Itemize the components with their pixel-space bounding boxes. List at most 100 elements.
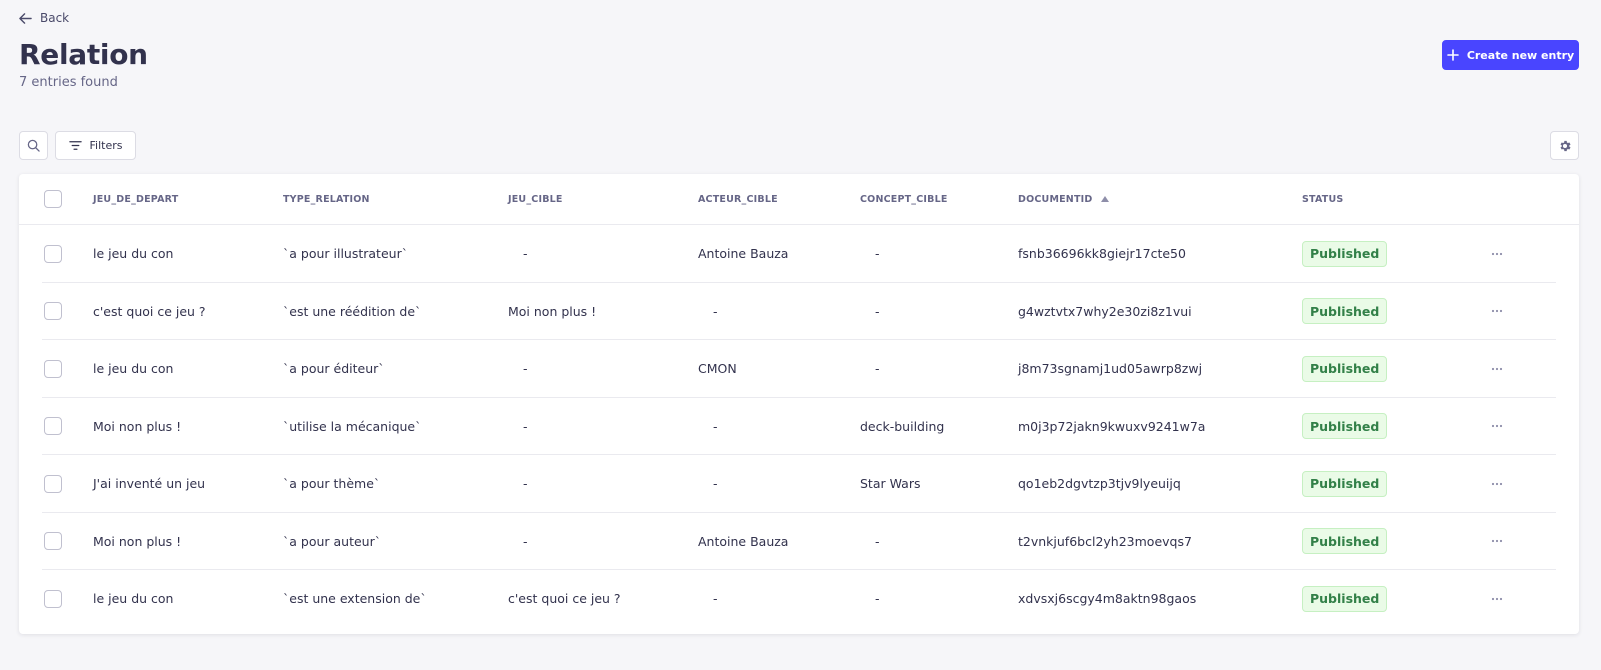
create-new-entry-button[interactable]: Create new entry — [1442, 40, 1579, 70]
column-header-documentid-label: DOCUMENTID — [1018, 193, 1093, 205]
cell-status: Published — [1302, 225, 1388, 283]
cell-type-relation: `a pour éditeur` — [283, 361, 385, 377]
cell-acteur-cible: CMON — [698, 361, 737, 377]
row-actions-cell — [1485, 513, 1509, 571]
row-checkbox[interactable] — [44, 302, 62, 321]
filters-label: Filters — [89, 139, 123, 152]
table-row[interactable]: le jeu du con `est une extension de` c'est… — [19, 570, 1579, 628]
back-link[interactable]: Back — [19, 11, 69, 25]
cell-acteur-cible: Antoine Bauza — [698, 246, 789, 262]
row-checkbox[interactable] — [44, 244, 62, 263]
table-row[interactable]: le jeu du con `a pour éditeur` - CMON - j8m73… — [19, 340, 1579, 398]
cell-documentid: j8m73sgnamj1ud05awrp8zwj — [1018, 361, 1203, 377]
cell-documentid: fsnb36696kk8giejr17cte50 — [1018, 246, 1186, 262]
row-select-cell — [44, 455, 62, 513]
cell-type-relation: `est une réédition de` — [283, 303, 422, 319]
cell-jeu-cible: - — [523, 361, 528, 377]
cell-jeu-cible: - — [523, 418, 528, 434]
table-row[interactable]: Moi non plus ! `a pour auteur` - Antoine Ba… — [19, 513, 1579, 571]
cell-jeu-cible: c'est quoi ce jeu ? — [508, 591, 621, 607]
row-actions-button[interactable] — [1485, 472, 1509, 496]
cell-jeu-cible: - — [523, 476, 528, 492]
table-row[interactable]: c'est quoi ce jeu ? `est une réédition de… — [19, 283, 1579, 341]
row-actions-button[interactable] — [1485, 242, 1509, 266]
cell-status: Published — [1302, 340, 1388, 398]
column-header-jeu-cible[interactable]: JEU_CIBLE — [508, 174, 563, 224]
row-select-cell — [44, 340, 62, 398]
column-header-concept-cible[interactable]: CONCEPT_CIBLE — [860, 174, 948, 224]
status-badge: Published — [1302, 585, 1388, 612]
column-header-acteur-cible[interactable]: ACTEUR_CIBLE — [698, 174, 778, 224]
row-select-cell — [44, 398, 62, 456]
caret-up-icon — [1101, 196, 1110, 202]
row-checkbox[interactable] — [44, 589, 62, 608]
cell-type-relation: `a pour illustrateur` — [283, 246, 408, 262]
cell-type-relation: `utilise la mécanique` — [283, 418, 422, 434]
status-badge: Published — [1302, 355, 1388, 382]
view-settings-button[interactable] — [1550, 131, 1579, 160]
cell-jeu-cible: - — [523, 246, 528, 262]
filters-button[interactable]: Filters — [55, 131, 136, 160]
cell-documentid: t2vnkjuf6bcl2yh23moevqs7 — [1018, 533, 1192, 549]
cell-jeu-de-depart: Moi non plus ! — [93, 533, 182, 549]
column-header-status[interactable]: STATUS — [1302, 174, 1343, 224]
table-row[interactable]: Moi non plus ! `utilise la mécanique` - - de… — [19, 398, 1579, 456]
cell-documentid: xdvsxj6scgy4m8aktn98gaos — [1018, 591, 1197, 607]
arrow-left-icon — [19, 12, 32, 24]
status-badge: Published — [1302, 470, 1388, 497]
back-link-label: Back — [40, 11, 70, 25]
plus-icon — [1447, 49, 1459, 61]
row-actions-button[interactable] — [1485, 357, 1509, 381]
row-actions-button[interactable] — [1485, 299, 1509, 323]
row-checkbox[interactable] — [44, 359, 62, 378]
cell-jeu-cible: Moi non plus ! — [508, 303, 597, 319]
row-actions-cell — [1485, 455, 1509, 513]
select-all-cell — [44, 174, 62, 224]
column-header-jeu-de-depart[interactable]: JEU_DE_DEPART — [93, 174, 178, 224]
cell-acteur-cible: - — [713, 476, 718, 492]
cell-jeu-de-depart: Moi non plus ! — [93, 418, 182, 434]
row-checkbox[interactable] — [44, 532, 62, 551]
status-badge: Published — [1302, 413, 1388, 440]
cell-type-relation: `a pour auteur` — [283, 533, 381, 549]
row-actions-cell — [1485, 340, 1509, 398]
row-checkbox[interactable] — [44, 474, 62, 493]
cell-acteur-cible: - — [713, 591, 718, 607]
more-horizontal-icon — [1491, 425, 1503, 428]
cell-concept-cible: - — [875, 533, 880, 549]
select-all-checkbox[interactable] — [44, 190, 62, 208]
search-icon — [27, 139, 40, 152]
column-header-documentid[interactable]: DOCUMENTID — [1018, 174, 1110, 224]
column-header-type-relation[interactable]: TYPE_RELATION — [283, 174, 370, 224]
status-badge: Published — [1302, 298, 1388, 325]
cell-concept-cible: deck-building — [860, 418, 945, 434]
cell-status: Published — [1302, 513, 1388, 571]
cell-documentid: m0j3p72jakn9kwuxv9241w7a — [1018, 418, 1206, 434]
cell-type-relation: `a pour thème` — [283, 476, 381, 492]
cell-status: Published — [1302, 283, 1388, 341]
gear-icon — [1560, 140, 1571, 151]
row-select-cell — [44, 225, 62, 283]
search-button[interactable] — [19, 131, 48, 160]
row-select-cell — [44, 570, 62, 628]
cell-acteur-cible: Antoine Bauza — [698, 533, 789, 549]
row-actions-button[interactable] — [1485, 529, 1509, 553]
row-checkbox[interactable] — [44, 417, 62, 436]
row-actions-cell — [1485, 570, 1509, 628]
table-row[interactable]: J'ai inventé un jeu `a pour thème` - - Star … — [19, 455, 1579, 513]
more-horizontal-icon — [1491, 597, 1503, 600]
cell-concept-cible: - — [875, 303, 880, 319]
row-actions-button[interactable] — [1485, 587, 1509, 611]
status-badge: Published — [1302, 528, 1388, 555]
table-row[interactable]: le jeu du con `a pour illustrateur` - Antoi… — [19, 225, 1579, 283]
cell-concept-cible: - — [875, 591, 880, 607]
page-title: Relation — [19, 38, 148, 71]
more-horizontal-icon — [1491, 540, 1503, 543]
cell-acteur-cible: - — [713, 303, 718, 319]
more-horizontal-icon — [1491, 310, 1503, 313]
cell-status: Published — [1302, 398, 1388, 456]
cell-acteur-cible: - — [713, 418, 718, 434]
row-actions-cell — [1485, 398, 1509, 456]
row-actions-button[interactable] — [1485, 414, 1509, 438]
cell-concept-cible: - — [875, 361, 880, 377]
